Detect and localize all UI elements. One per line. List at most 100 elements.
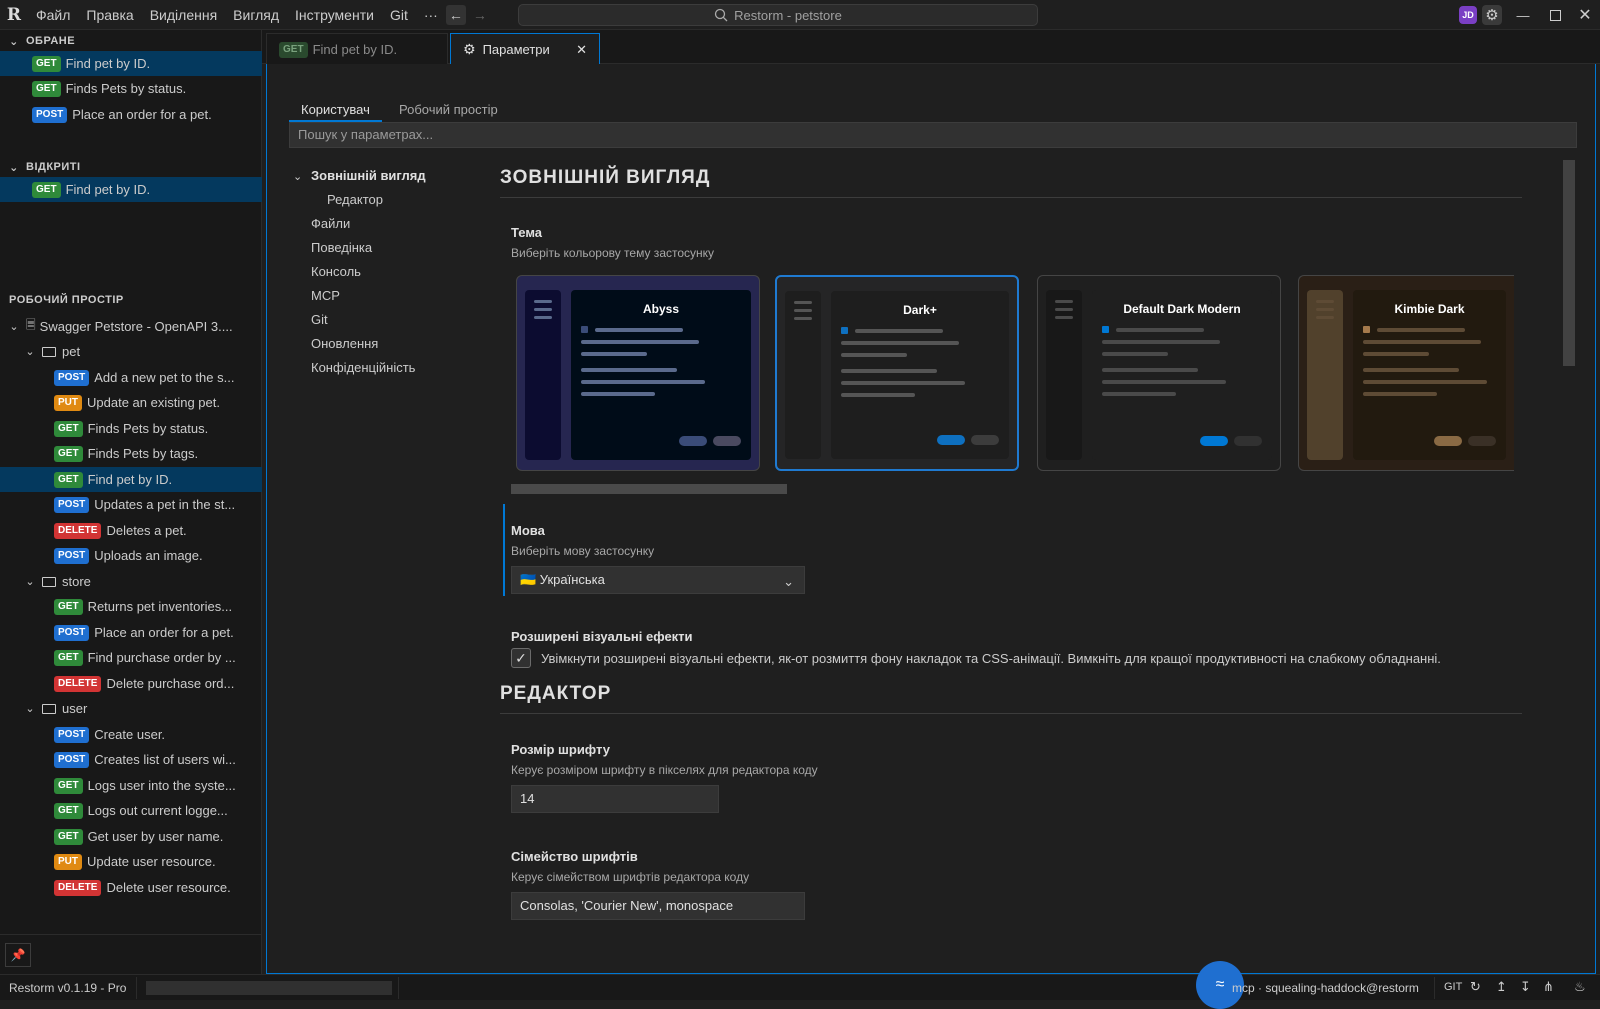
menu-more[interactable]: ··· [416,0,446,30]
favorites-header[interactable]: ⌄ ОБРАНЕ [0,30,262,52]
command-center-search[interactable]: Restorm - petstore [518,4,1038,26]
push-icon[interactable]: ↥ [1496,979,1507,995]
language-select[interactable]: 🇺🇦 Українська ⌄ [511,566,805,594]
font-family-input[interactable]: Consolas, 'Courier New', monospace [511,892,805,920]
request-label: Place an order for a pet. [72,107,212,122]
toc-editor[interactable]: Редактор [327,192,383,207]
request-label: Delete user resource. [106,880,231,895]
tab-settings[interactable]: ⚙ Параметри ✕ [450,33,600,65]
font-size-input[interactable]: 14 [511,785,719,813]
preview-line [841,353,907,357]
request-item[interactable]: DELETE Delete purchase ord... [0,671,262,696]
collection-item[interactable]: ⌄ 🗏 Swagger Petstore - OpenAPI 3.... [0,314,262,339]
minimize-icon[interactable]: — [1508,0,1538,30]
preview-line [581,380,705,384]
bell-icon[interactable]: ♨ [1574,979,1586,995]
request-item[interactable]: DELETE Delete user resource. [0,875,262,900]
editor-scrollbar[interactable] [1563,160,1575,366]
request-item[interactable]: GET Logs out current logge... [0,798,262,823]
request-label: Place an order for a pet. [94,625,234,640]
pull-icon[interactable]: ↧ [1520,979,1531,995]
theme-card-default-dark-modern[interactable]: Default Dark Modern [1037,275,1281,471]
request-item[interactable]: GET Logs user into the syste... [0,773,262,798]
back-arrow-icon[interactable]: ← [445,4,466,25]
tab-user-scope[interactable]: Користувач [289,98,382,122]
toc-files[interactable]: Файли [311,216,350,231]
open-item[interactable]: GET Find pet by ID. [0,177,262,202]
settings-search-input[interactable]: Пошук у параметрах... [289,122,1577,148]
request-label: Add a new pet to the s... [94,370,235,385]
pin-icon[interactable]: 📌 [5,943,31,967]
preview-line [1316,316,1334,319]
folder-pet[interactable]: ⌄ pet [0,339,262,364]
chevron-down-icon[interactable]: ⌄ [293,170,302,183]
theme-card-dark-plus[interactable]: Dark+ [775,275,1019,471]
open-header[interactable]: ⌄ ВІДКРИТІ [0,156,262,178]
favorite-item[interactable]: POST Place an order for a pet. [0,102,262,127]
settings-gear-icon[interactable]: ⚙ [1482,5,1502,25]
menu-git[interactable]: Git [382,0,416,30]
request-label: Finds Pets by status. [87,421,209,436]
preview-accent [1363,326,1370,333]
menu-view[interactable]: Вигляд [225,0,287,30]
theme-card-abyss[interactable]: Abyss [516,275,760,471]
request-item[interactable]: POST Create user. [0,722,262,747]
request-item[interactable]: POST Updates a pet in the st... [0,492,262,517]
menu-tools[interactable]: Інструменти [287,0,382,30]
theme-card-kimbie-dark[interactable]: Kimbie Dark [1298,275,1514,471]
request-item[interactable]: GET Find pet by ID. [0,467,262,492]
refresh-icon[interactable]: ↻ [1470,979,1481,995]
toc-updates[interactable]: Оновлення [311,336,378,351]
request-item[interactable]: GET Finds Pets by tags. [0,441,262,466]
favorite-item[interactable]: GET Finds Pets by status. [0,76,262,101]
effects-checkbox[interactable]: ✓ [511,648,531,668]
avatar[interactable]: JD [1459,6,1477,24]
request-item[interactable]: PUT Update an existing pet. [0,390,262,415]
branch-icon[interactable]: ⋔ [1543,979,1554,995]
request-label: Find pet by ID. [87,472,173,487]
theme-scrollbar[interactable] [511,484,787,494]
request-item[interactable]: POST Uploads an image. [0,543,262,568]
effects-title: Розширені візуальні ефекти [511,629,693,644]
request-label: Update an existing pet. [87,395,220,410]
preview-line [534,316,552,319]
menu-edit[interactable]: Правка [78,0,141,30]
request-item[interactable]: POST Place an order for a pet. [0,620,262,645]
request-item[interactable]: GET Get user by user name. [0,824,262,849]
request-item[interactable]: POST Add a new pet to the s... [0,365,262,390]
menu-selection[interactable]: Виділення [142,0,225,30]
folder-user[interactable]: ⌄ user [0,696,262,721]
toc-privacy[interactable]: Конфіденційність [311,360,415,375]
toc-git[interactable]: Git [311,312,328,327]
preview-line [1102,352,1168,356]
request-item[interactable]: DELETE Deletes a pet. [0,518,262,543]
preview-line [1055,316,1073,319]
preview-button [971,435,999,445]
preview-line [1316,308,1334,311]
method-badge: DELETE [54,675,102,692]
toc-appearance[interactable]: Зовнішній вигляд [311,168,426,183]
forward-arrow-icon[interactable]: → [470,5,490,25]
request-label: Updates a pet in the st... [94,497,236,512]
request-item[interactable]: GET Returns pet inventories... [0,594,262,619]
folder-store[interactable]: ⌄ store [0,569,262,594]
mcp-status[interactable]: mcp · squealing-haddock@restorm [1232,981,1419,995]
preview-line [581,368,677,372]
request-item[interactable]: PUT Update user resource. [0,849,262,874]
request-item[interactable]: POST Creates list of users wi... [0,747,262,772]
request-item[interactable]: GET Find purchase order by ... [0,645,262,670]
request-item[interactable]: GET Finds Pets by status. [0,416,262,441]
maximize-icon[interactable] [1540,0,1570,30]
close-icon[interactable]: ✕ [576,42,587,58]
request-label: Creates list of users wi... [94,752,236,767]
menu-file[interactable]: Файл [28,0,78,30]
method-badge: GET [54,598,83,615]
close-window-icon[interactable]: ✕ [1570,0,1600,30]
toc-behavior[interactable]: Поведінка [311,240,372,255]
tab-workspace-scope[interactable]: Робочий простір [387,98,510,122]
preview-main: Abyss [571,290,751,460]
toc-console[interactable]: Консоль [311,264,361,279]
favorite-item[interactable]: GET Find pet by ID. [0,51,262,76]
tab-find-pet[interactable]: GET Find pet by ID. [266,33,448,65]
toc-mcp[interactable]: MCP [311,288,340,303]
